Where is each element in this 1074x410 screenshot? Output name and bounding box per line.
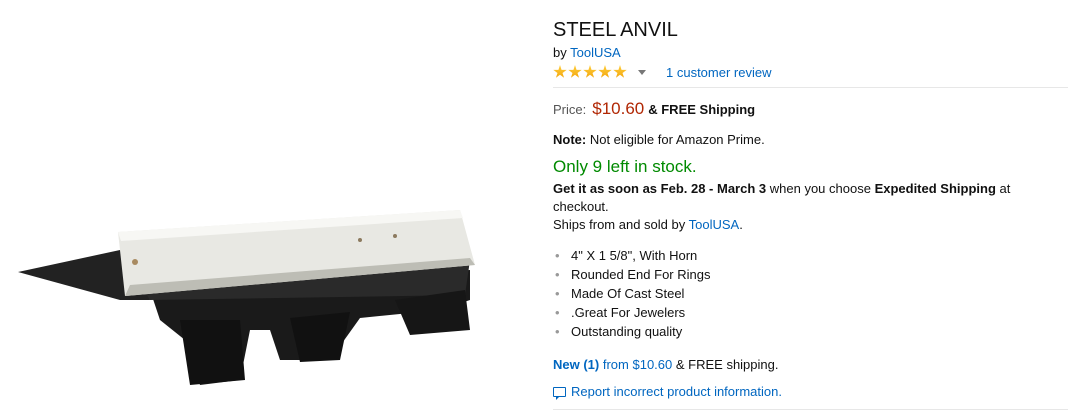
ships-suffix: . xyxy=(739,217,743,232)
new-offers-link[interactable]: New (1) xyxy=(553,357,599,372)
product-details: STEEL ANVIL by ToolUSA 1 customer review… xyxy=(553,18,1068,410)
delivery-method: Expedited Shipping xyxy=(874,181,996,196)
feature-bullet: Rounded End For Rings xyxy=(553,265,1068,284)
feature-bullet: Outstanding quality xyxy=(553,322,1068,341)
ships-prefix: Ships from and sold by xyxy=(553,217,686,232)
feature-bullets: 4" X 1 5/8", With Horn Rounded End For R… xyxy=(553,246,1068,341)
offers-from-price[interactable]: $10.60 xyxy=(632,357,672,372)
prime-note: Note: Not eligible for Amazon Prime. xyxy=(553,132,1068,147)
customer-review-link[interactable]: 1 customer review xyxy=(666,65,771,80)
price-label: Price: xyxy=(553,102,587,117)
note-text: Not eligible for Amazon Prime. xyxy=(589,132,765,147)
report-feedback-icon xyxy=(553,386,566,400)
price-value: $10.60 xyxy=(592,99,645,118)
chevron-down-icon[interactable] xyxy=(638,69,646,75)
divider xyxy=(553,87,1068,88)
offers-row: New (1) from $10.60 & FREE shipping. xyxy=(553,357,1068,372)
product-title: STEEL ANVIL xyxy=(553,19,678,41)
feature-bullet: Made Of Cast Steel xyxy=(553,284,1068,303)
offers-from-text[interactable]: from xyxy=(603,357,629,372)
star-rating[interactable] xyxy=(553,65,628,79)
seller-link[interactable]: ToolUSA xyxy=(689,217,740,232)
feature-bullet: .Great For Jewelers xyxy=(553,303,1068,322)
by-prefix: by xyxy=(553,45,567,60)
stock-status: Only 9 left in stock. xyxy=(553,157,697,176)
product-image-panel[interactable] xyxy=(0,0,540,400)
star-icon xyxy=(598,65,612,78)
ships-from: Ships from and sold by ToolUSA. xyxy=(553,216,1068,234)
rating-row: 1 customer review xyxy=(553,63,1068,81)
star-icon xyxy=(613,65,627,78)
report-product-info-link[interactable]: Report incorrect product information. xyxy=(553,384,1068,400)
offers-shipping-text: & FREE shipping. xyxy=(675,357,779,372)
brand-link[interactable]: ToolUSA xyxy=(570,45,621,60)
delivery-date: Get it as soon as Feb. 28 - March 3 xyxy=(553,181,767,196)
note-label: Note: xyxy=(553,132,587,147)
feature-bullet: 4" X 1 5/8", With Horn xyxy=(553,246,1068,265)
price-row: Price: $10.60 & FREE Shipping xyxy=(553,99,1068,119)
product-image xyxy=(18,210,475,385)
report-label[interactable]: Report incorrect product information. xyxy=(571,384,782,399)
star-icon xyxy=(553,65,567,78)
star-icon xyxy=(568,65,582,78)
delivery-info: Get it as soon as Feb. 28 - March 3 when… xyxy=(553,180,1068,234)
free-shipping-text: & FREE Shipping xyxy=(648,102,756,117)
byline: by ToolUSA xyxy=(553,45,1068,60)
delivery-estimate: Get it as soon as Feb. 28 - March 3 when… xyxy=(553,180,1068,216)
delivery-mid: when you choose xyxy=(769,181,871,196)
star-icon xyxy=(583,65,597,78)
